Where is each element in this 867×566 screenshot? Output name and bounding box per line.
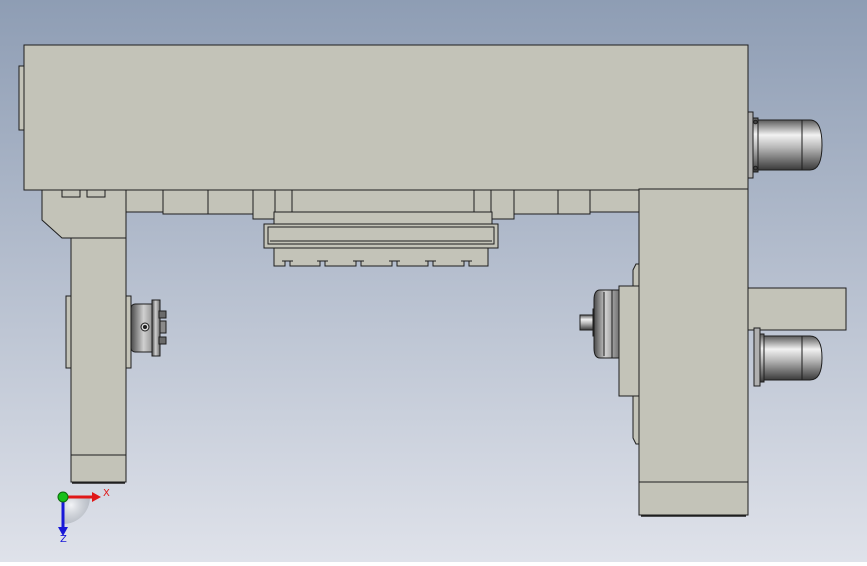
spindle-shaft <box>579 314 595 331</box>
left-arm-notch-1 <box>61 189 81 198</box>
rail-segment-9 <box>513 189 559 215</box>
main-beam[interactable] <box>23 44 749 191</box>
upper-motor-bolt-top <box>753 119 758 125</box>
left-arm-bracket <box>41 189 127 239</box>
rail-segment-6 <box>291 189 475 213</box>
chuck-face <box>151 299 161 357</box>
y-axis-dot <box>57 491 69 503</box>
lower-motor-adapter <box>759 333 765 383</box>
spindle-mount <box>618 285 640 397</box>
x-axis-label: X <box>103 488 110 499</box>
rail-segment-7 <box>473 189 492 213</box>
upper-motor-adapter <box>752 117 759 173</box>
rail-segment-5 <box>274 189 293 213</box>
rail-segment-3 <box>207 189 254 215</box>
rail-segment-1 <box>125 189 164 213</box>
left-arm-notch-2 <box>86 189 106 198</box>
right-side-bar <box>747 287 847 331</box>
rail-segment-8 <box>490 189 515 220</box>
model-canvas[interactable]: X Z <box>0 0 867 562</box>
center-carriage[interactable] <box>273 211 493 225</box>
spindle-disc <box>593 289 621 359</box>
upper-motor-bolt-bottom <box>753 165 758 171</box>
upper-motor-flange <box>747 111 754 179</box>
t-slot-table <box>273 247 489 267</box>
right-column[interactable] <box>638 188 749 484</box>
upper-motor[interactable] <box>747 111 823 179</box>
lower-motor-body <box>763 335 823 381</box>
chuck-jaw-bottom <box>158 336 167 345</box>
left-arm-foot <box>70 454 127 483</box>
upper-motor-body <box>757 119 823 171</box>
left-arm[interactable] <box>70 237 127 457</box>
rail-segment-11 <box>589 189 640 213</box>
chuck-center-pin <box>143 325 147 329</box>
chuck-jaw-mid <box>159 320 167 334</box>
left-arm-plate <box>65 295 72 369</box>
right-column-base <box>638 481 749 516</box>
rail-segment-4 <box>252 189 276 220</box>
left-chuck-flange <box>125 295 132 369</box>
lower-motor-flange <box>753 327 761 387</box>
rail-segment-10 <box>557 189 591 215</box>
lower-motor[interactable] <box>753 327 823 387</box>
chuck-jaw-top <box>158 310 167 319</box>
cad-viewport[interactable]: X Z <box>0 0 867 562</box>
rail-segment-2 <box>162 189 209 215</box>
z-axis-label: Z <box>60 534 67 545</box>
